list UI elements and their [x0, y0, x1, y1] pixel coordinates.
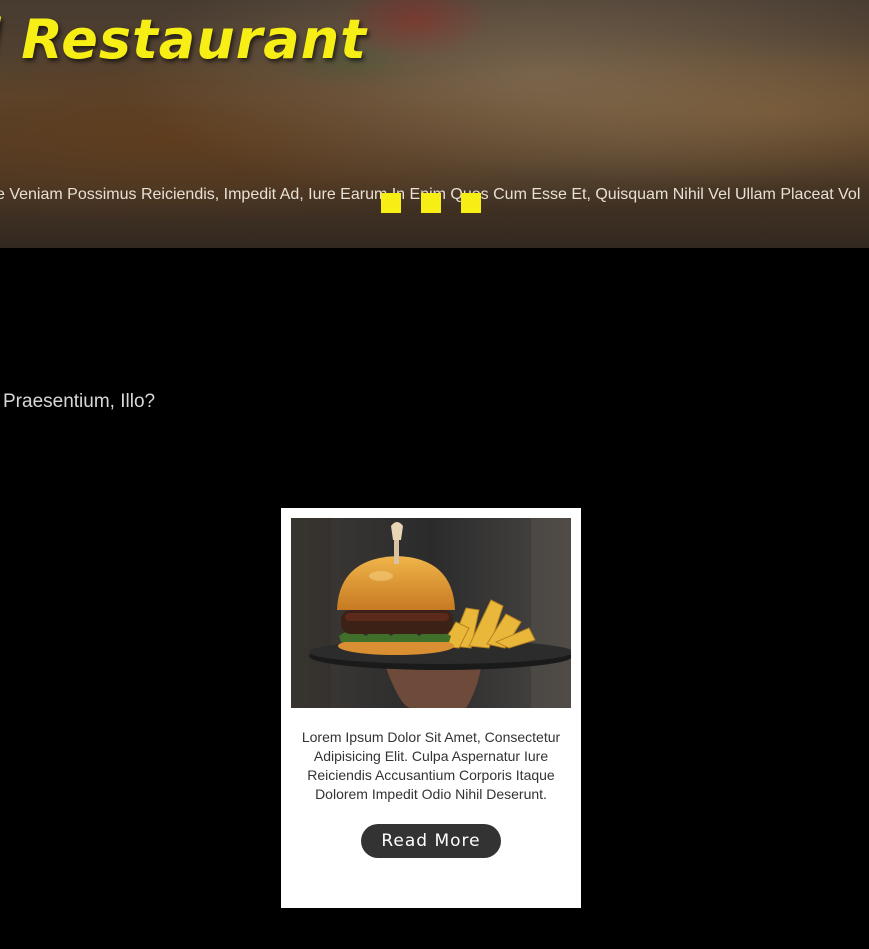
slider-dot-1[interactable] — [381, 193, 401, 213]
slider-dots — [381, 193, 481, 213]
slider-dot-2[interactable] — [421, 193, 441, 213]
slider-dot-3[interactable] — [461, 193, 481, 213]
menu-card: Lorem Ipsum Dolor Sit Amet, Consectetur … — [281, 508, 581, 908]
burger-image — [291, 518, 571, 708]
card-description: Lorem Ipsum Dolor Sit Amet, Consectetur … — [301, 729, 561, 802]
hero-banner: l Restaurant e Veniam Possimus Reiciendi… — [0, 0, 869, 248]
section-tagline: Praesentium, Illo? — [3, 391, 156, 412]
hero-title: l Restaurant — [0, 8, 367, 71]
burger-photo-icon — [291, 518, 571, 708]
read-more-button[interactable]: Read More — [361, 824, 501, 858]
